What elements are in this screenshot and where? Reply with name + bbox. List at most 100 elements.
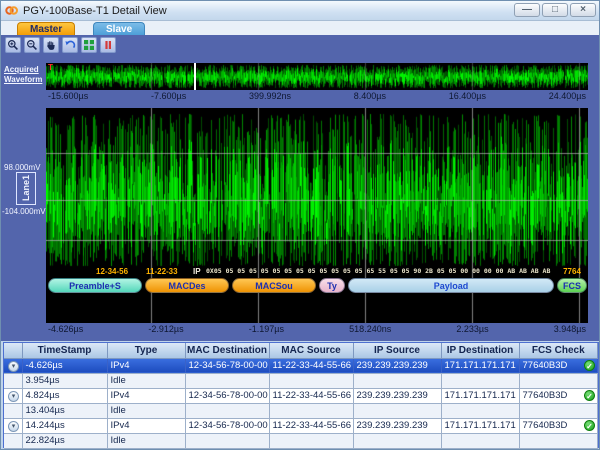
lane-label-box: Lane1	[16, 172, 36, 205]
cell-mac-source	[269, 433, 353, 448]
undo-button[interactable]	[62, 37, 78, 53]
expand-cell: ▾	[4, 358, 22, 373]
voltage-bottom-label: -104.000mV	[2, 207, 46, 216]
table-row[interactable]: ▾4.824µsIPv412-34-56-78-00-0011-22-33-44…	[4, 388, 598, 403]
cell-mac-destination	[185, 403, 269, 418]
axis-tick: -4.626µs	[48, 324, 83, 336]
cell-mac-source: 11-22-33-44-55-66	[269, 388, 353, 403]
table-row[interactable]: ▾14.244µsIPv412-34-56-78-00-0011-22-33-4…	[4, 418, 598, 433]
expand-cell	[4, 373, 22, 388]
expand-cell: ▾	[4, 418, 22, 433]
cell-ip-destination	[441, 373, 519, 388]
pause-icon	[102, 39, 114, 51]
cell-ip-destination: 171.171.171.171	[441, 388, 519, 403]
cell-ip-source	[353, 373, 441, 388]
fcs-ok-icon: ✓	[584, 420, 595, 431]
tab-bar: Master Slave	[1, 21, 600, 35]
table-row[interactable]: 22.824µsIdle	[4, 433, 598, 448]
cell-fcs-check: 77640B3D✓	[519, 358, 598, 373]
cell-ip-source: 239.239.239.239	[353, 418, 441, 433]
cell-ip-source: 239.239.239.239	[353, 388, 441, 403]
expand-row-button[interactable]: ▾	[8, 361, 19, 372]
acquired-waveform-link[interactable]: Acquired Waveform	[4, 65, 46, 85]
undo-arrow-icon	[64, 39, 76, 51]
header-fcs-check[interactable]: FCS Check	[519, 343, 598, 358]
fit-screen-button[interactable]	[81, 37, 97, 53]
pan-button[interactable]	[43, 37, 59, 53]
cell-fcs-check	[519, 403, 598, 418]
axis-tick: -15.600µs	[48, 91, 88, 103]
cell-ip-source	[353, 403, 441, 418]
cell-fcs-check	[519, 433, 598, 448]
minimize-button[interactable]: —	[514, 3, 540, 17]
window-title: PGY-100Base-T1 Detail View	[23, 5, 167, 17]
cell-timestamp: 3.954µs	[22, 373, 107, 388]
decode-mac-source-value: 11-22-33	[146, 267, 178, 277]
header-mac-destination[interactable]: MAC Destination	[185, 343, 269, 358]
packet-table-body: ▾-4.626µsIPv412-34-56-78-00-0011-22-33-4…	[4, 358, 598, 448]
table-row[interactable]: ▾-4.626µsIPv412-34-56-78-00-0011-22-33-4…	[4, 358, 598, 373]
fit-screen-icon	[83, 39, 95, 51]
axis-tick: 2.233µs	[456, 324, 488, 336]
cell-mac-destination: 12-34-56-78-00-00	[185, 358, 269, 373]
decode-segment-mac-destination[interactable]: MACDes	[145, 278, 229, 293]
header-ip-source[interactable]: IP Source	[353, 343, 441, 358]
axis-tick: 16.400µs	[449, 91, 486, 103]
toolbar	[5, 37, 116, 53]
zoom-in-button[interactable]	[5, 37, 21, 53]
axis-tick: 518.240ns	[349, 324, 391, 336]
header-ip-destination[interactable]: IP Destination	[441, 343, 519, 358]
tab-master[interactable]: Master	[17, 22, 75, 35]
overview-waveform[interactable]	[46, 63, 588, 90]
pause-button[interactable]	[100, 37, 116, 53]
cell-mac-destination: 12-34-56-78-00-00	[185, 418, 269, 433]
overview-axis: -15.600µs -7.600µs 399.992ns 8.400µs 16.…	[46, 90, 588, 103]
cell-type: Idle	[107, 433, 185, 448]
expand-row-button[interactable]: ▾	[8, 391, 19, 402]
cell-mac-source: 11-22-33-44-55-66	[269, 358, 353, 373]
expand-cell	[4, 433, 22, 448]
table-row[interactable]: 13.404µsIdle	[4, 403, 598, 418]
overview-cursor[interactable]	[194, 63, 196, 90]
decode-segment-payload[interactable]: Payload	[348, 278, 554, 293]
zoom-out-icon	[26, 39, 38, 51]
decode-segment-type[interactable]: Ty	[319, 278, 345, 293]
cell-mac-source	[269, 403, 353, 418]
app-icon	[5, 4, 18, 17]
zoom-out-button[interactable]	[24, 37, 40, 53]
expand-row-button[interactable]: ▾	[8, 421, 19, 432]
lane-axis: -4.626µs -2.912µs -1.197µs 518.240ns 2.2…	[46, 323, 588, 336]
maximize-button[interactable]: □	[542, 3, 568, 17]
header-timestamp[interactable]: TimeStamp	[22, 343, 107, 358]
cell-fcs-check: 77640B3D✓	[519, 388, 598, 403]
packet-table: TimeStamp Type MAC Destination MAC Sourc…	[3, 342, 599, 448]
header-mac-source[interactable]: MAC Source	[269, 343, 353, 358]
cell-timestamp: 13.404µs	[22, 403, 107, 418]
header-type[interactable]: Type	[107, 343, 185, 358]
decode-segment-mac-source[interactable]: MACSou	[232, 278, 316, 293]
axis-tick: 8.400µs	[354, 91, 386, 103]
voltage-top-label: 98.000mV	[4, 163, 40, 172]
cell-type: Idle	[107, 373, 185, 388]
cell-mac-source: 11-22-33-44-55-66	[269, 418, 353, 433]
table-row[interactable]: 3.954µsIdle	[4, 373, 598, 388]
tab-slave[interactable]: Slave	[93, 22, 145, 35]
axis-tick: 24.400µs	[549, 91, 586, 103]
decode-fcs-value: 7764	[557, 267, 587, 277]
axis-tick: 399.992ns	[249, 91, 291, 103]
decode-segment-preamble[interactable]: Preamble+S	[48, 278, 142, 293]
header-expand	[4, 343, 22, 358]
axis-tick: -2.912µs	[148, 324, 183, 336]
axis-tick: -7.600µs	[151, 91, 186, 103]
cell-timestamp: -4.626µs	[22, 358, 107, 373]
decode-segment-fcs[interactable]: FCS	[557, 278, 587, 293]
fcs-ok-icon: ✓	[584, 360, 595, 371]
pan-hand-icon	[45, 39, 57, 51]
close-button[interactable]: ×	[570, 3, 596, 17]
fcs-ok-icon: ✓	[584, 390, 595, 401]
zoom-in-icon	[7, 39, 19, 51]
lane-name: Lane1	[21, 175, 31, 201]
cell-type: IPv4	[107, 358, 185, 373]
cell-mac-destination: 12-34-56-78-00-00	[185, 388, 269, 403]
cell-mac-source	[269, 373, 353, 388]
